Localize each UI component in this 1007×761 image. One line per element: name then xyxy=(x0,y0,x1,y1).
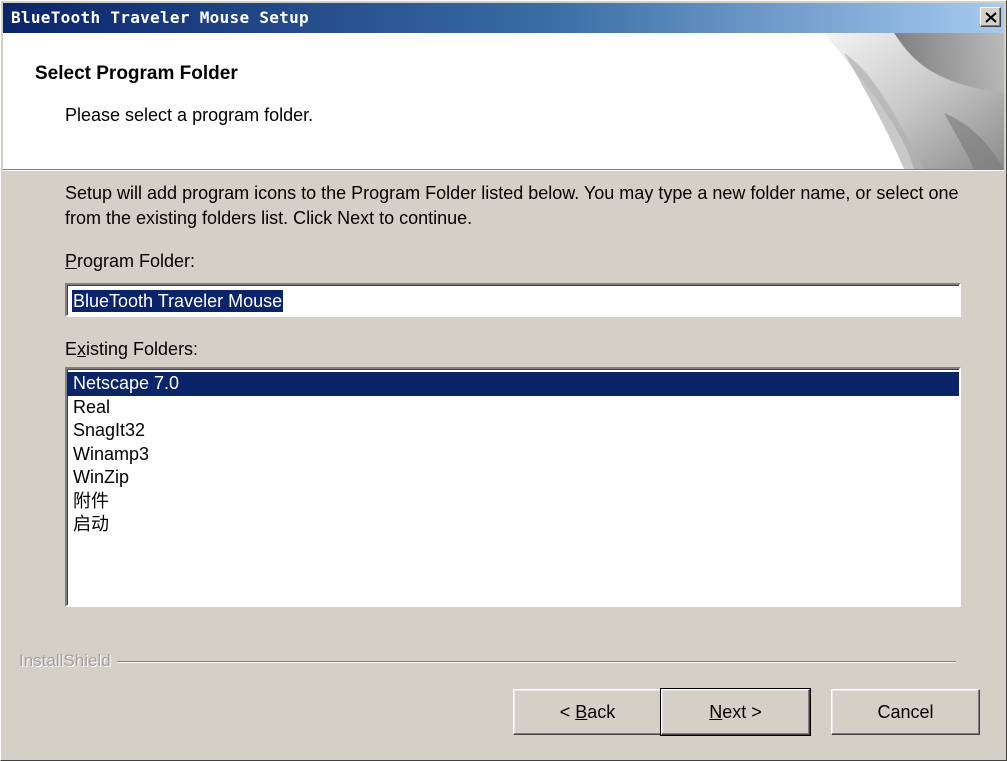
branding-row: InstallShield xyxy=(3,651,1004,673)
program-folder-label: Program Folder: xyxy=(65,251,196,271)
close-icon xyxy=(984,11,997,23)
header-panel: Select Program Folder Please select a pr… xyxy=(3,33,1004,169)
back-button[interactable]: < Back xyxy=(513,689,662,735)
existing-folders-label: Existing Folders: xyxy=(65,339,199,359)
program-folder-label-accel: P xyxy=(65,251,78,271)
branding-divider xyxy=(19,661,956,663)
program-folder-input[interactable]: BlueTooth Traveler Mouse xyxy=(65,283,961,317)
program-folder-value: BlueTooth Traveler Mouse xyxy=(72,290,284,312)
list-item[interactable]: Real xyxy=(67,396,959,420)
installer-graphic-icon xyxy=(824,33,1004,169)
cancel-button[interactable]: Cancel xyxy=(831,689,980,735)
next-button[interactable]: Next > xyxy=(660,688,811,736)
list-item[interactable]: SnagIt32 xyxy=(67,419,959,443)
window-title: BlueTooth Traveler Mouse Setup xyxy=(11,8,309,27)
list-item[interactable]: Winamp3 xyxy=(67,443,959,467)
existing-folders-label-accel: x xyxy=(77,339,87,359)
existing-folders-list[interactable]: Netscape 7.0 Real SnagIt32 Winamp3 WinZi… xyxy=(65,367,961,607)
list-item[interactable]: 附件 xyxy=(67,490,959,514)
page-subtitle: Please select a program folder. xyxy=(65,105,314,125)
list-item[interactable]: Netscape 7.0 xyxy=(67,372,959,396)
instructions-text: Setup will add program icons to the Prog… xyxy=(65,183,959,228)
title-bar[interactable]: BlueTooth Traveler Mouse Setup xyxy=(3,3,1004,33)
close-button[interactable] xyxy=(980,7,1001,27)
installshield-brand: InstallShield xyxy=(19,651,117,671)
setup-dialog: BlueTooth Traveler Mouse Setup Select Pr… xyxy=(0,0,1007,761)
header-divider xyxy=(3,169,1004,171)
list-item[interactable]: 启动 xyxy=(67,513,959,537)
list-item[interactable]: WinZip xyxy=(67,466,959,490)
page-title: Select Program Folder xyxy=(35,63,238,84)
